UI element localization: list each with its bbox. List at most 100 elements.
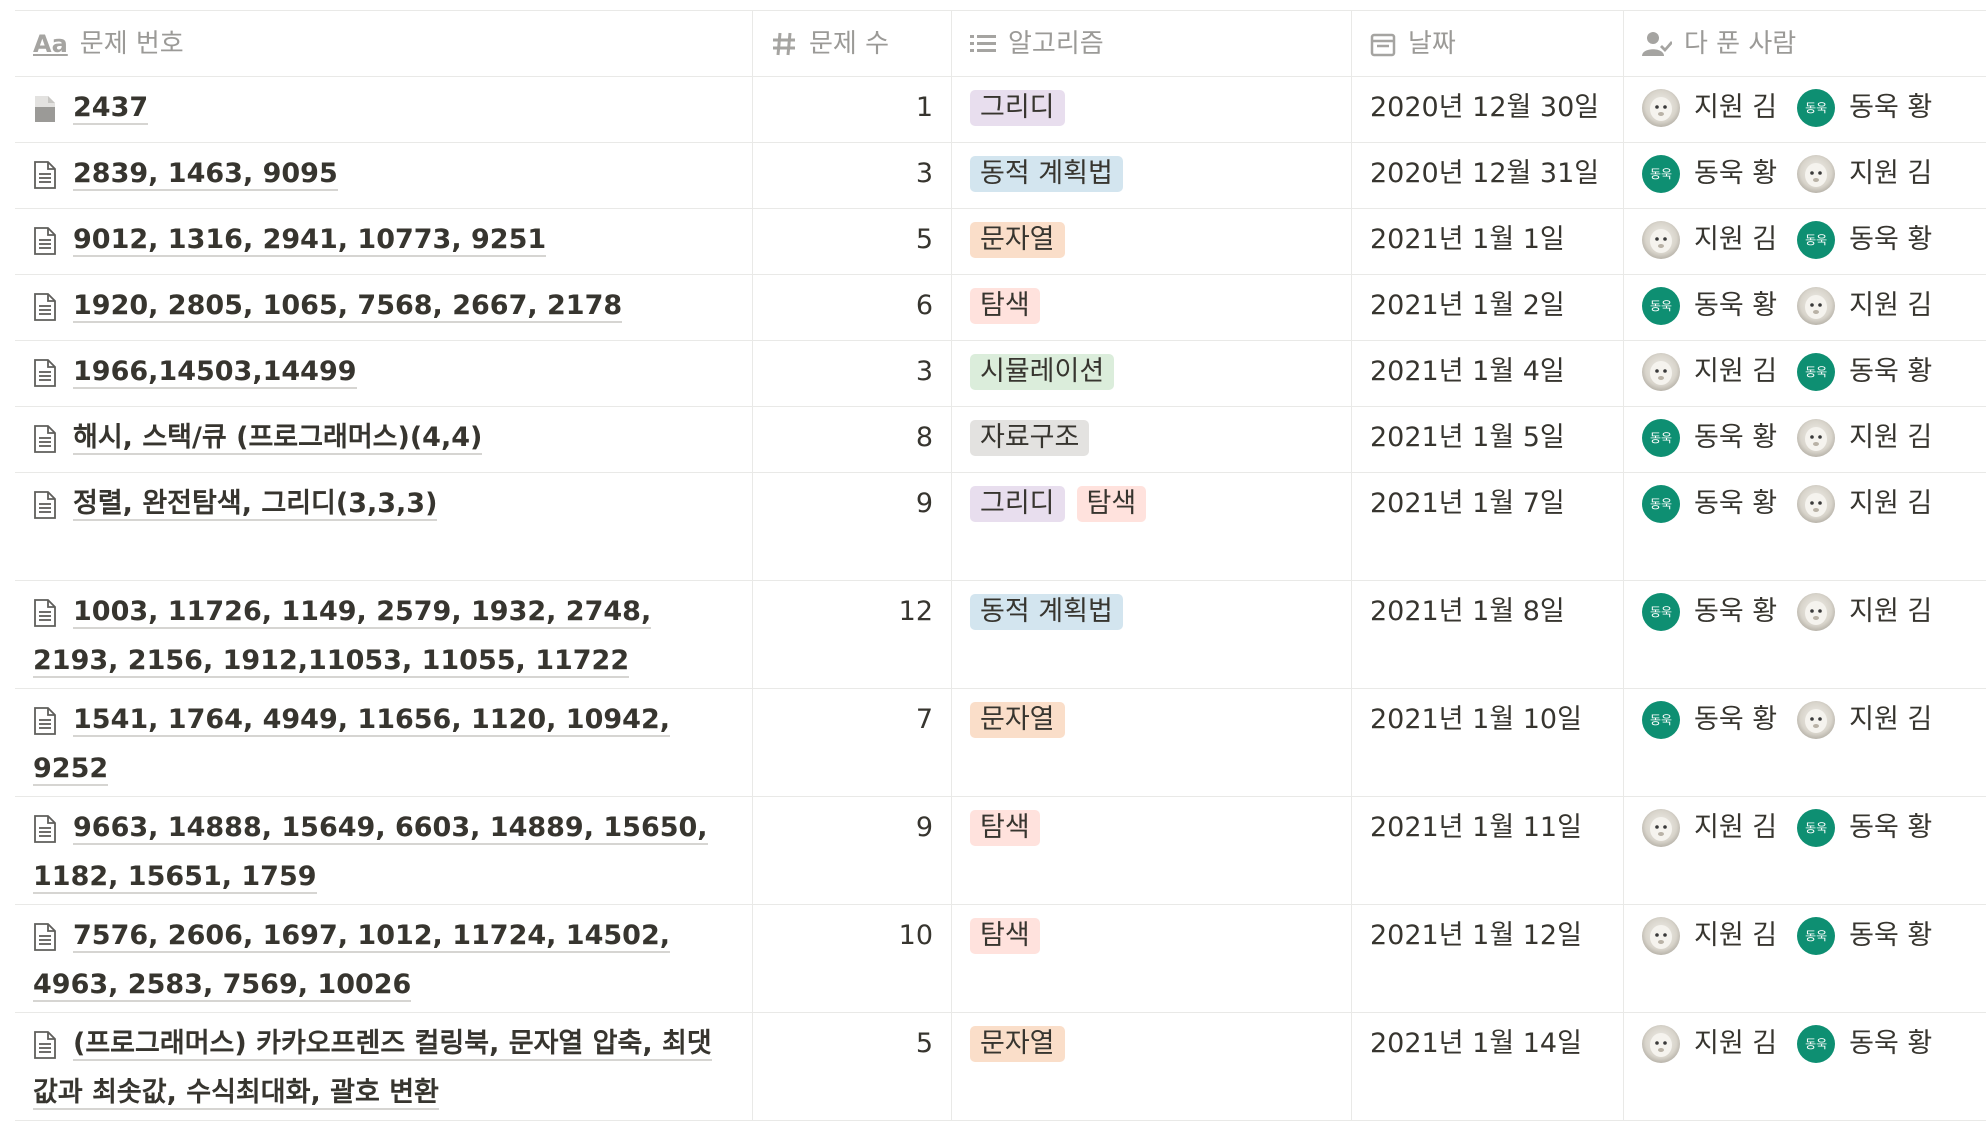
people-cell[interactable]: 지원 김 동욱 동욱 황	[1624, 341, 1986, 406]
column-header-people[interactable]: 다 푼 사람	[1624, 11, 1986, 76]
table-row[interactable]: 2839, 1463, 9095 3 동적 계획법 2020년 12월 31일 …	[15, 143, 1986, 209]
table-row[interactable]: 2437 1 그리디 2020년 12월 30일 지원 김 동욱 동욱 황	[15, 77, 1986, 143]
people-cell[interactable]: 동욱 동욱 황 지원 김	[1624, 275, 1986, 340]
page-title-link[interactable]: 2839, 1463, 9095	[73, 158, 338, 191]
people-cell[interactable]: 동욱 동욱 황 지원 김	[1624, 689, 1986, 796]
count-cell[interactable]: 9	[753, 797, 952, 904]
person-chip[interactable]: 지원 김	[1797, 591, 1932, 633]
person-chip[interactable]: 지원 김	[1642, 351, 1777, 393]
table-row[interactable]: 9663, 14888, 15649, 6603, 14889, 15650, …	[15, 797, 1986, 905]
title-cell[interactable]: 2839, 1463, 9095	[15, 143, 753, 208]
person-chip[interactable]: 지원 김	[1797, 699, 1932, 741]
person-chip[interactable]: 동욱 동욱 황	[1642, 591, 1777, 633]
algorithm-cell[interactable]: 동적 계획법	[952, 143, 1352, 208]
person-chip[interactable]: 동욱 동욱 황	[1797, 1023, 1932, 1065]
algorithm-cell[interactable]: 동적 계획법	[952, 581, 1352, 688]
people-cell[interactable]: 지원 김 동욱 동욱 황	[1624, 905, 1986, 1012]
person-chip[interactable]: 지원 김	[1642, 1023, 1777, 1065]
title-cell[interactable]: 9663, 14888, 15649, 6603, 14889, 15650, …	[15, 797, 753, 904]
people-cell[interactable]: 동욱 동욱 황 지원 김	[1624, 581, 1986, 688]
date-cell[interactable]: 2021년 1월 7일	[1352, 473, 1624, 580]
title-cell[interactable]: (프로그래머스) 카카오프렌즈 컬링북, 문자열 압축, 최댓값과 최솟값, 수…	[15, 1013, 753, 1120]
person-chip[interactable]: 동욱 동욱 황	[1797, 807, 1932, 849]
title-cell[interactable]: 1541, 1764, 4949, 11656, 1120, 10942, 92…	[15, 689, 753, 796]
date-cell[interactable]: 2021년 1월 14일	[1352, 1013, 1624, 1120]
page-title-link[interactable]: 1920, 2805, 1065, 7568, 2667, 2178	[73, 290, 623, 323]
people-cell[interactable]: 지원 김 동욱 동욱 황	[1624, 209, 1986, 274]
algorithm-cell[interactable]: 자료구조	[952, 407, 1352, 472]
table-row[interactable]: 1003, 11726, 1149, 2579, 1932, 2748, 219…	[15, 581, 1986, 689]
title-cell[interactable]: 1966,14503,14499	[15, 341, 753, 406]
title-cell[interactable]: 정렬, 완전탐색, 그리디(3,3,3)	[15, 473, 753, 580]
count-cell[interactable]: 3	[753, 341, 952, 406]
algorithm-cell[interactable]: 그리디 탐색	[952, 473, 1352, 580]
person-chip[interactable]: 동욱 동욱 황	[1642, 699, 1777, 741]
algorithm-cell[interactable]: 시뮬레이션	[952, 341, 1352, 406]
person-chip[interactable]: 지원 김	[1642, 219, 1777, 261]
count-cell[interactable]: 3	[753, 143, 952, 208]
table-row[interactable]: 1966,14503,14499 3 시뮬레이션 2021년 1월 4일 지원 …	[15, 341, 1986, 407]
table-row[interactable]: 1920, 2805, 1065, 7568, 2667, 2178 6 탐색 …	[15, 275, 1986, 341]
person-chip[interactable]: 지원 김	[1797, 483, 1932, 525]
page-title-link[interactable]: 1541, 1764, 4949, 11656, 1120, 10942, 92…	[33, 704, 670, 786]
page-title-link[interactable]: 해시, 스택/큐 (프로그래머스)(4,4)	[73, 422, 483, 455]
title-cell[interactable]: 해시, 스택/큐 (프로그래머스)(4,4)	[15, 407, 753, 472]
column-header-count[interactable]: 문제 수	[753, 11, 952, 76]
date-cell[interactable]: 2020년 12월 30일	[1352, 77, 1624, 142]
algorithm-cell[interactable]: 탐색	[952, 275, 1352, 340]
table-row[interactable]: 해시, 스택/큐 (프로그래머스)(4,4) 8 자료구조 2021년 1월 5…	[15, 407, 1986, 473]
date-cell[interactable]: 2021년 1월 5일	[1352, 407, 1624, 472]
title-cell[interactable]: 9012, 1316, 2941, 10773, 9251	[15, 209, 753, 274]
page-title-link[interactable]: 9663, 14888, 15649, 6603, 14889, 15650, …	[33, 812, 708, 894]
count-cell[interactable]: 5	[753, 209, 952, 274]
person-chip[interactable]: 지원 김	[1642, 807, 1777, 849]
person-chip[interactable]: 동욱 동욱 황	[1797, 87, 1932, 129]
table-row[interactable]: (프로그래머스) 카카오프렌즈 컬링북, 문자열 압축, 최댓값과 최솟값, 수…	[15, 1013, 1986, 1121]
people-cell[interactable]: 동욱 동욱 황 지원 김	[1624, 143, 1986, 208]
person-chip[interactable]: 동욱 동욱 황	[1642, 285, 1777, 327]
person-chip[interactable]: 동욱 동욱 황	[1642, 483, 1777, 525]
page-title-link[interactable]: 정렬, 완전탐색, 그리디(3,3,3)	[73, 488, 438, 521]
page-title-link[interactable]: 1003, 11726, 1149, 2579, 1932, 2748, 219…	[33, 596, 652, 678]
page-title-link[interactable]: 7576, 2606, 1697, 1012, 11724, 14502, 49…	[33, 920, 670, 1002]
page-title-link[interactable]: (프로그래머스) 카카오프렌즈 컬링북, 문자열 압축, 최댓값과 최솟값, 수…	[33, 1028, 712, 1110]
count-cell[interactable]: 5	[753, 1013, 952, 1120]
person-chip[interactable]: 동욱 동욱 황	[1797, 915, 1932, 957]
date-cell[interactable]: 2021년 1월 1일	[1352, 209, 1624, 274]
title-cell[interactable]: 2437	[15, 77, 753, 142]
people-cell[interactable]: 지원 김 동욱 동욱 황	[1624, 77, 1986, 142]
date-cell[interactable]: 2020년 12월 31일	[1352, 143, 1624, 208]
date-cell[interactable]: 2021년 1월 11일	[1352, 797, 1624, 904]
person-chip[interactable]: 지원 김	[1797, 285, 1932, 327]
date-cell[interactable]: 2021년 1월 8일	[1352, 581, 1624, 688]
person-chip[interactable]: 지원 김	[1797, 417, 1932, 459]
page-title-link[interactable]: 9012, 1316, 2941, 10773, 9251	[73, 224, 547, 257]
algorithm-cell[interactable]: 문자열	[952, 209, 1352, 274]
date-cell[interactable]: 2021년 1월 12일	[1352, 905, 1624, 1012]
people-cell[interactable]: 지원 김 동욱 동욱 황	[1624, 1013, 1986, 1120]
algorithm-cell[interactable]: 문자열	[952, 689, 1352, 796]
people-cell[interactable]: 지원 김 동욱 동욱 황	[1624, 797, 1986, 904]
count-cell[interactable]: 12	[753, 581, 952, 688]
count-cell[interactable]: 7	[753, 689, 952, 796]
people-cell[interactable]: 동욱 동욱 황 지원 김	[1624, 473, 1986, 580]
count-cell[interactable]: 10	[753, 905, 952, 1012]
count-cell[interactable]: 8	[753, 407, 952, 472]
algorithm-cell[interactable]: 그리디	[952, 77, 1352, 142]
table-row[interactable]: 9012, 1316, 2941, 10773, 9251 5 문자열 2021…	[15, 209, 1986, 275]
algorithm-cell[interactable]: 탐색	[952, 905, 1352, 1012]
person-chip[interactable]: 동욱 동욱 황	[1797, 351, 1932, 393]
person-chip[interactable]: 동욱 동욱 황	[1642, 153, 1777, 195]
table-row[interactable]: 7576, 2606, 1697, 1012, 11724, 14502, 49…	[15, 905, 1986, 1013]
people-cell[interactable]: 동욱 동욱 황 지원 김	[1624, 407, 1986, 472]
title-cell[interactable]: 1003, 11726, 1149, 2579, 1932, 2748, 219…	[15, 581, 753, 688]
person-chip[interactable]: 지원 김	[1797, 153, 1932, 195]
person-chip[interactable]: 동욱 동욱 황	[1797, 219, 1932, 261]
person-chip[interactable]: 동욱 동욱 황	[1642, 417, 1777, 459]
page-title-link[interactable]: 1966,14503,14499	[73, 356, 357, 389]
column-header-title[interactable]: Aa 문제 번호	[15, 11, 753, 76]
table-row[interactable]: 정렬, 완전탐색, 그리디(3,3,3) 9 그리디 탐색 2021년 1월 7일…	[15, 473, 1986, 581]
count-cell[interactable]: 6	[753, 275, 952, 340]
date-cell[interactable]: 2021년 1월 10일	[1352, 689, 1624, 796]
title-cell[interactable]: 1920, 2805, 1065, 7568, 2667, 2178	[15, 275, 753, 340]
